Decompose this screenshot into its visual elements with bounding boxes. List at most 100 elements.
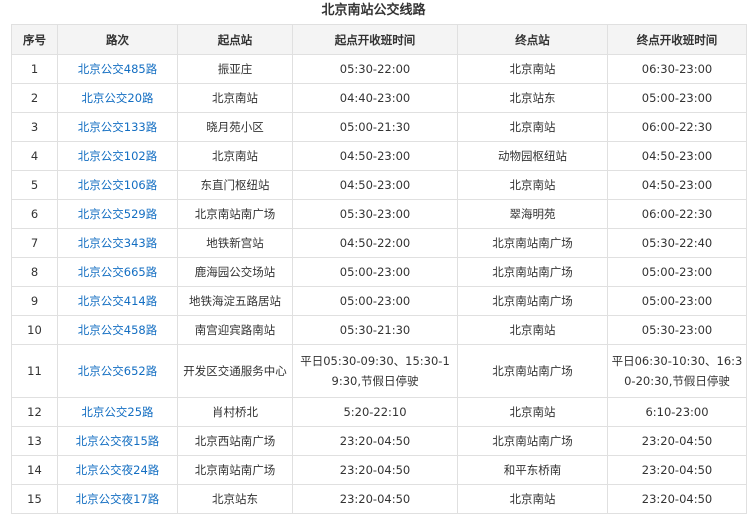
end-station: 动物园枢纽站 — [457, 141, 608, 171]
route-cell: 北京公交414路 — [57, 286, 178, 316]
end-station: 北京南站南广场 — [457, 344, 608, 398]
start-time: 04:40-23:00 — [292, 83, 458, 113]
start-time: 04:50-22:00 — [292, 228, 458, 258]
route-link[interactable]: 北京公交夜15路 — [76, 434, 160, 448]
table-row: 11 北京公交652路 开发区交通服务中心 平日05:30-09:30、15:3… — [11, 344, 747, 398]
route-link[interactable]: 北京公交343路 — [78, 236, 157, 250]
start-station: 地铁新宫站 — [177, 228, 293, 258]
bus-routes-table: 序号 路次 起点站 起点开收班时间 终点站 终点开收班时间 1 北京公交485路… — [11, 24, 747, 514]
route-cell: 北京公交20路 — [57, 83, 178, 113]
start-station: 北京南站 — [177, 83, 293, 113]
end-time: 06:00-22:30 — [607, 199, 747, 229]
table-row: 4 北京公交102路 北京南站 04:50-23:00 动物园枢纽站 04:50… — [11, 141, 747, 171]
route-link[interactable]: 北京公交20路 — [81, 91, 153, 105]
route-link[interactable]: 北京公交414路 — [78, 294, 157, 308]
end-time: 平日06:30-10:30、16:30-20:30,节假日停驶 — [607, 344, 747, 398]
header-end-station: 终点站 — [457, 24, 608, 55]
route-cell: 北京公交106路 — [57, 170, 178, 200]
start-station: 肖村桥北 — [177, 397, 293, 427]
end-station: 北京南站 — [457, 315, 608, 345]
end-time: 05:30-23:00 — [607, 315, 747, 345]
start-time: 05:00-23:00 — [292, 286, 458, 316]
route-cell: 北京公交652路 — [57, 344, 178, 398]
end-station: 北京南站 — [457, 397, 608, 427]
route-link[interactable]: 北京公交夜17路 — [76, 492, 160, 506]
row-number: 9 — [11, 286, 58, 316]
route-link[interactable]: 北京公交133路 — [78, 120, 157, 134]
route-cell: 北京公交夜17路 — [57, 484, 178, 514]
row-number: 10 — [11, 315, 58, 345]
route-cell: 北京公交102路 — [57, 141, 178, 171]
table-row: 6 北京公交529路 北京南站南广场 05:30-23:00 翠海明苑 06:0… — [11, 199, 747, 229]
end-time: 23:20-04:50 — [607, 455, 747, 485]
end-station: 北京南站 — [457, 170, 608, 200]
end-time: 05:00-23:00 — [607, 286, 747, 316]
end-station: 北京南站南广场 — [457, 426, 608, 456]
start-time: 05:30-23:00 — [292, 199, 458, 229]
start-station: 北京南站 — [177, 141, 293, 171]
start-station: 地铁海淀五路居站 — [177, 286, 293, 316]
table-row: 8 北京公交665路 鹿海园公交场站 05:00-23:00 北京南站南广场 0… — [11, 257, 747, 287]
route-cell: 北京公交夜24路 — [57, 455, 178, 485]
start-time: 05:30-22:00 — [292, 54, 458, 84]
row-number: 7 — [11, 228, 58, 258]
row-number: 8 — [11, 257, 58, 287]
header-start-station: 起点站 — [177, 24, 293, 55]
end-time: 06:00-22:30 — [607, 112, 747, 142]
start-time: 23:20-04:50 — [292, 484, 458, 514]
row-number: 1 — [11, 54, 58, 84]
route-link[interactable]: 北京公交652路 — [78, 364, 157, 378]
start-time: 04:50-23:00 — [292, 170, 458, 200]
start-time: 04:50-23:00 — [292, 141, 458, 171]
end-time: 06:30-23:00 — [607, 54, 747, 84]
start-time: 23:20-04:50 — [292, 455, 458, 485]
row-number: 15 — [11, 484, 58, 514]
table-row: 10 北京公交458路 南宫迎宾路南站 05:30-21:30 北京南站 05:… — [11, 315, 747, 345]
table-row: 12 北京公交25路 肖村桥北 5:20-22:10 北京南站 6:10-23:… — [11, 397, 747, 427]
route-link[interactable]: 北京公交529路 — [78, 207, 157, 221]
page: 北京南站公交线路 序号 路次 起点站 起点开收班时间 终点站 终点开收班时间 1… — [0, 0, 747, 518]
route-cell: 北京公交343路 — [57, 228, 178, 258]
route-link[interactable]: 北京公交夜24路 — [76, 463, 160, 477]
row-number: 12 — [11, 397, 58, 427]
table-row: 13 北京公交夜15路 北京西站南广场 23:20-04:50 北京南站南广场 … — [11, 426, 747, 456]
route-link[interactable]: 北京公交485路 — [78, 62, 157, 76]
route-cell: 北京公交夜15路 — [57, 426, 178, 456]
row-number: 11 — [11, 344, 58, 398]
start-time: 05:00-21:30 — [292, 112, 458, 142]
route-cell: 北京公交25路 — [57, 397, 178, 427]
route-link[interactable]: 北京公交458路 — [78, 323, 157, 337]
route-cell: 北京公交665路 — [57, 257, 178, 287]
end-time: 05:00-23:00 — [607, 83, 747, 113]
end-station: 北京南站 — [457, 484, 608, 514]
end-station: 北京南站 — [457, 112, 608, 142]
row-number: 14 — [11, 455, 58, 485]
end-time: 23:20-04:50 — [607, 484, 747, 514]
start-station: 北京南站南广场 — [177, 455, 293, 485]
start-time: 23:20-04:50 — [292, 426, 458, 456]
row-number: 2 — [11, 83, 58, 113]
route-link[interactable]: 北京公交665路 — [78, 265, 157, 279]
start-station: 振亚庄 — [177, 54, 293, 84]
table-body: 1 北京公交485路 振亚庄 05:30-22:00 北京南站 06:30-23… — [11, 54, 747, 514]
row-number: 4 — [11, 141, 58, 171]
start-station: 南宫迎宾路南站 — [177, 315, 293, 345]
route-cell: 北京公交485路 — [57, 54, 178, 84]
row-number: 3 — [11, 112, 58, 142]
route-link[interactable]: 北京公交25路 — [81, 405, 153, 419]
table-row: 14 北京公交夜24路 北京南站南广场 23:20-04:50 和平东桥南 23… — [11, 455, 747, 485]
end-time: 6:10-23:00 — [607, 397, 747, 427]
start-station: 北京西站南广场 — [177, 426, 293, 456]
header-route: 路次 — [57, 24, 178, 55]
start-time: 05:30-21:30 — [292, 315, 458, 345]
table-row: 15 北京公交夜17路 北京站东 23:20-04:50 北京南站 23:20-… — [11, 484, 747, 514]
start-station: 北京站东 — [177, 484, 293, 514]
header-no: 序号 — [11, 24, 58, 55]
table-row: 3 北京公交133路 晓月苑小区 05:00-21:30 北京南站 06:00-… — [11, 112, 747, 142]
route-link[interactable]: 北京公交102路 — [78, 149, 157, 163]
start-station: 鹿海园公交场站 — [177, 257, 293, 287]
end-station: 北京站东 — [457, 83, 608, 113]
table-row: 2 北京公交20路 北京南站 04:40-23:00 北京站东 05:00-23… — [11, 83, 747, 113]
route-link[interactable]: 北京公交106路 — [78, 178, 157, 192]
route-cell: 北京公交133路 — [57, 112, 178, 142]
